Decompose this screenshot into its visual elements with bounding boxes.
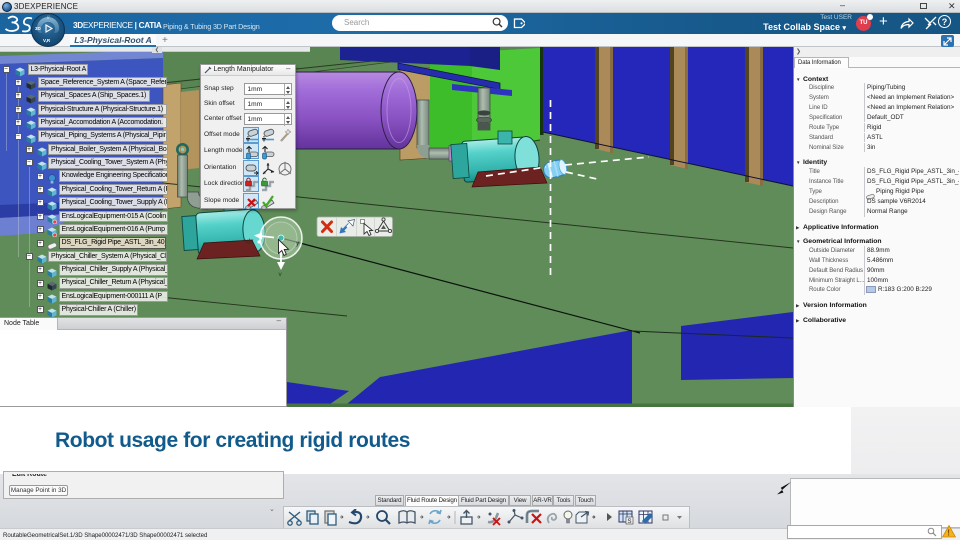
svg-text:!: ! — [947, 529, 950, 538]
svg-text:u|x: u|x — [245, 238, 254, 245]
svg-text:S: S — [628, 519, 632, 525]
